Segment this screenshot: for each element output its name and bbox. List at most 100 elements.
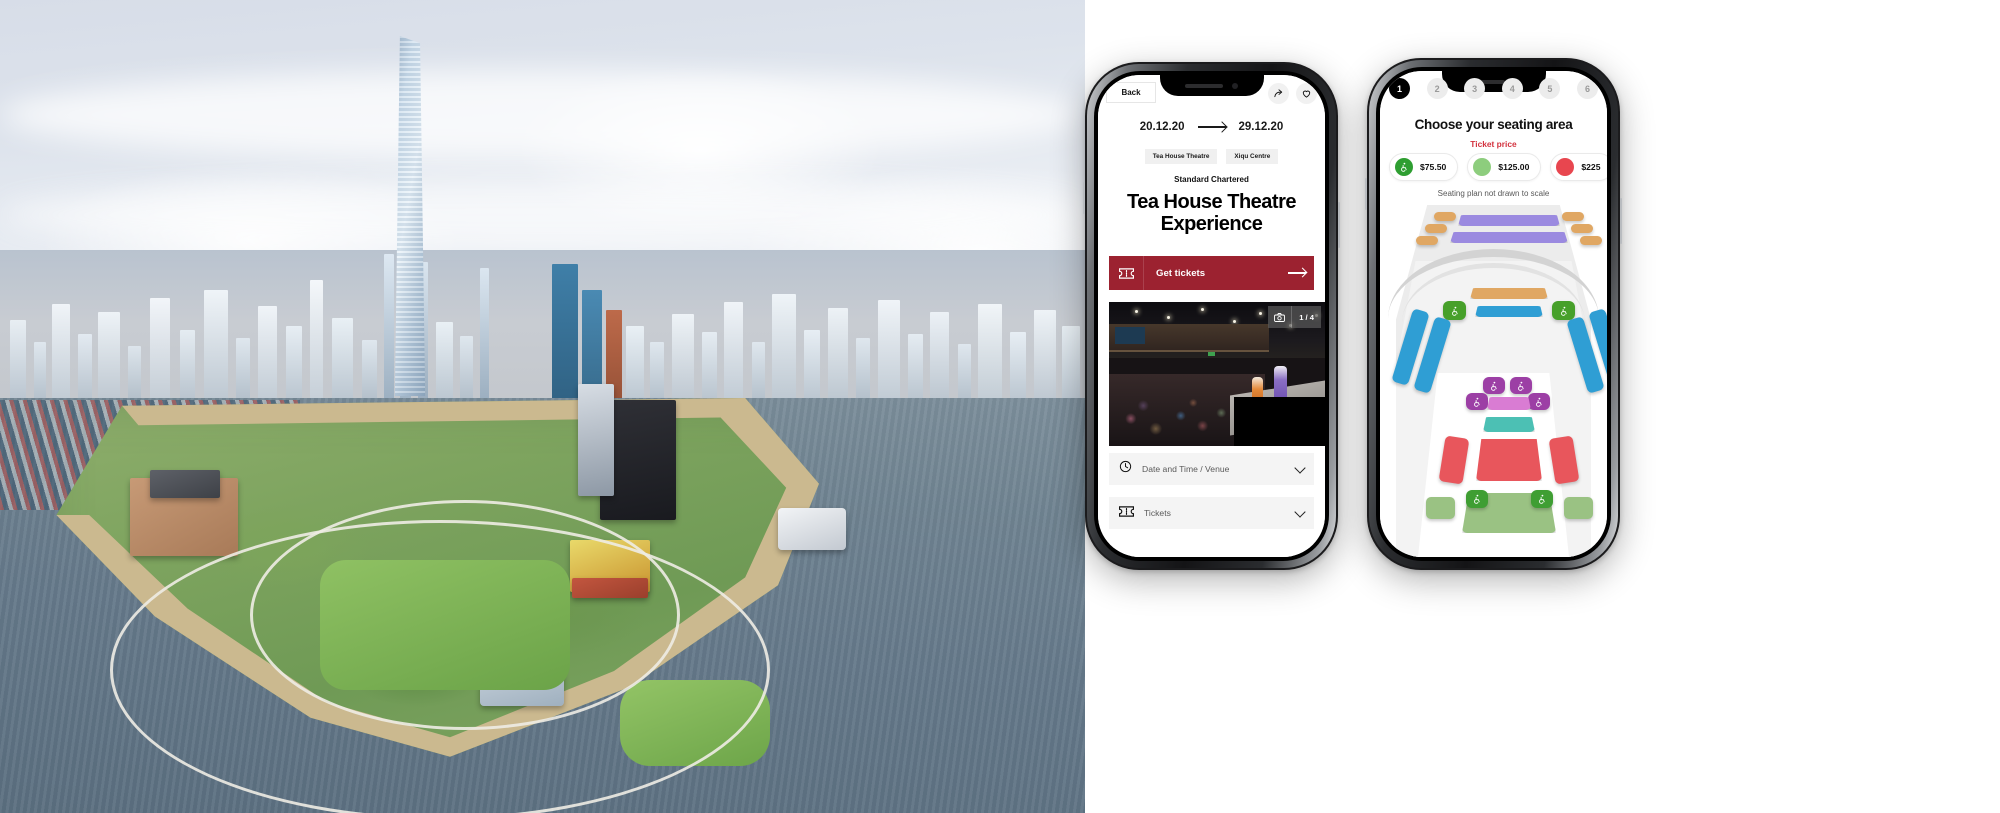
accordion-date-time-venue[interactable]: Date and Time / Venue: [1109, 453, 1314, 485]
clock-icon: [1119, 460, 1132, 478]
wheelchair-icon: [1536, 397, 1542, 407]
seat-block-balcony-box-right-3[interactable]: [1580, 236, 1602, 245]
color-swatch: [1556, 158, 1575, 176]
seat-block-premium-red-center[interactable]: [1476, 439, 1542, 481]
phone-notch: [1159, 75, 1264, 96]
seating-map[interactable]: [1380, 205, 1607, 557]
art-pavilion: [778, 508, 846, 550]
seat-block-front-pink[interactable]: [1487, 397, 1531, 410]
event-tags: Tea House Theatre Xiqu Centre: [1098, 149, 1325, 164]
accessible-block-front-4[interactable]: [1528, 393, 1550, 410]
front-camera-icon: [1232, 82, 1238, 89]
color-swatch: [1473, 158, 1492, 176]
price-chip-value: $125.00: [1498, 162, 1530, 172]
seat-block-circle-blue[interactable]: [1475, 306, 1543, 317]
phone-bezel: Back 20.12.20 29.12.20 Tea House Theatre…: [1094, 71, 1329, 561]
hero-photo: [0, 0, 1085, 813]
power-button[interactable]: [1620, 198, 1622, 244]
wheelchair-icon: [1491, 381, 1497, 391]
accessible-block-front-2[interactable]: [1510, 377, 1532, 394]
step-1[interactable]: 1: [1389, 78, 1410, 99]
tag-venue-centre[interactable]: Xiqu Centre: [1226, 149, 1279, 164]
seat-block-front-teal[interactable]: [1483, 417, 1535, 432]
step-4[interactable]: 4: [1501, 78, 1523, 99]
seat-block-stalls-green-right-side[interactable]: [1564, 497, 1593, 519]
event-gallery-photo[interactable]: 1 / 4: [1109, 302, 1325, 446]
back-button[interactable]: Back: [1106, 82, 1156, 103]
favourite-button[interactable]: [1296, 83, 1317, 104]
photo-dark-corner: [1234, 397, 1325, 446]
gallery-counter[interactable]: 1 / 4: [1268, 306, 1321, 328]
seat-block-stalls-green-left-side[interactable]: [1426, 497, 1455, 519]
stage-light-icon: [1233, 320, 1236, 323]
wheelchair-swatch: [1395, 158, 1413, 176]
earpiece-speaker: [1185, 83, 1223, 88]
ticket-price-label: Ticket price: [1470, 139, 1517, 149]
step-3[interactable]: 3: [1464, 78, 1486, 99]
wall-screen: [1115, 327, 1145, 344]
seat-block-balcony-box-left-3[interactable]: [1416, 236, 1438, 245]
seat-block-balcony-box-right-1[interactable]: [1562, 212, 1584, 221]
wheelchair-icon: [1401, 162, 1407, 172]
page-title: Choose your seating area: [1414, 117, 1573, 132]
accordion-tickets[interactable]: Tickets: [1109, 497, 1314, 529]
accessible-block-front-1[interactable]: [1483, 377, 1505, 394]
stage-light-icon: [1201, 308, 1204, 311]
screenshot-root: Back 20.12.20 29.12.20 Tea House Theatre…: [0, 0, 2000, 813]
phone-bezel: 1 2 3 4 5 6 Choose your seating area Tic…: [1376, 67, 1611, 561]
wheelchair-icon: [1474, 397, 1480, 407]
ticket-icon: [1119, 504, 1134, 522]
seat-block-balcony-row-1[interactable]: [1458, 215, 1560, 226]
share-button[interactable]: [1268, 83, 1289, 104]
wheelchair-icon: [1451, 306, 1458, 316]
stage-light-icon: [1259, 312, 1262, 315]
step-5[interactable]: 5: [1539, 78, 1561, 99]
step-indicator: 1 2 3 4 5 6: [1389, 78, 1598, 99]
seating-selection-screen: 1 2 3 4 5 6 Choose your seating area Tic…: [1380, 71, 1607, 557]
wheelchair-icon: [1518, 381, 1524, 391]
gallery-counter-label: 1 / 4: [1299, 312, 1314, 322]
park-path: [250, 500, 680, 730]
get-tickets-button[interactable]: Get tickets: [1109, 256, 1314, 290]
step-6[interactable]: 6: [1576, 78, 1598, 99]
seat-block-balcony-box-left-2[interactable]: [1425, 224, 1447, 233]
price-chip-value: $75.50: [1420, 162, 1447, 172]
price-chip-mid[interactable]: $125.00: [1467, 153, 1542, 181]
power-button[interactable]: [1338, 202, 1340, 248]
wheelchair-icon: [1539, 494, 1545, 504]
tower-building: [578, 384, 614, 496]
volume-button[interactable]: [1365, 178, 1367, 210]
accessible-block-stalls-right[interactable]: [1531, 490, 1553, 508]
price-chip-premium[interactable]: $225: [1550, 153, 1607, 181]
price-legend-chips[interactable]: $75.50 $125.00 $225: [1389, 153, 1607, 181]
step-2[interactable]: 2: [1426, 78, 1448, 99]
seat-block-balcony-box-left-1[interactable]: [1434, 212, 1456, 221]
event-title: Tea House Theatre Experience: [1127, 191, 1296, 235]
seat-block-balcony-row-2[interactable]: [1450, 232, 1568, 243]
stage-light-icon: [1135, 310, 1138, 313]
phone-mockup-seating-selection: 1 2 3 4 5 6 Choose your seating area Tic…: [1365, 58, 1622, 570]
get-tickets-label: Get tickets: [1156, 267, 1206, 279]
seating-plan-note: Seating plan not drawn to scale: [1437, 189, 1550, 198]
share-icon: [1274, 89, 1283, 98]
accordion-label: Date and Time / Venue: [1142, 464, 1230, 474]
wheelchair-icon: [1474, 494, 1480, 504]
tag-venue-theatre[interactable]: Tea House Theatre: [1144, 149, 1218, 164]
exit-sign-icon: [1208, 352, 1216, 356]
accessible-block-circle-right[interactable]: [1552, 301, 1575, 320]
volume-button[interactable]: [1083, 182, 1085, 214]
phone-mockup-event-detail: Back 20.12.20 29.12.20 Tea House Theatre…: [1083, 62, 1340, 570]
accessible-block-circle-left[interactable]: [1443, 301, 1466, 320]
price-chip-accessible[interactable]: $75.50: [1389, 153, 1459, 181]
event-detail-screen: Back 20.12.20 29.12.20 Tea House Theatre…: [1098, 75, 1325, 557]
cloud-band: [0, 180, 1085, 250]
cloud-band: [0, 70, 1085, 160]
sponsor-name: Standard Chartered: [1174, 175, 1249, 184]
mockup-panel: Back 20.12.20 29.12.20 Tea House Theatre…: [1083, 0, 2000, 813]
seat-block-circle-orange[interactable]: [1470, 288, 1548, 299]
seat-block-balcony-box-right-2[interactable]: [1571, 224, 1593, 233]
arrow-right-icon: [1197, 126, 1226, 128]
accessible-block-front-3[interactable]: [1466, 393, 1488, 410]
accessible-block-stalls-left[interactable]: [1466, 490, 1488, 508]
date-start: 20.12.20: [1139, 121, 1185, 133]
